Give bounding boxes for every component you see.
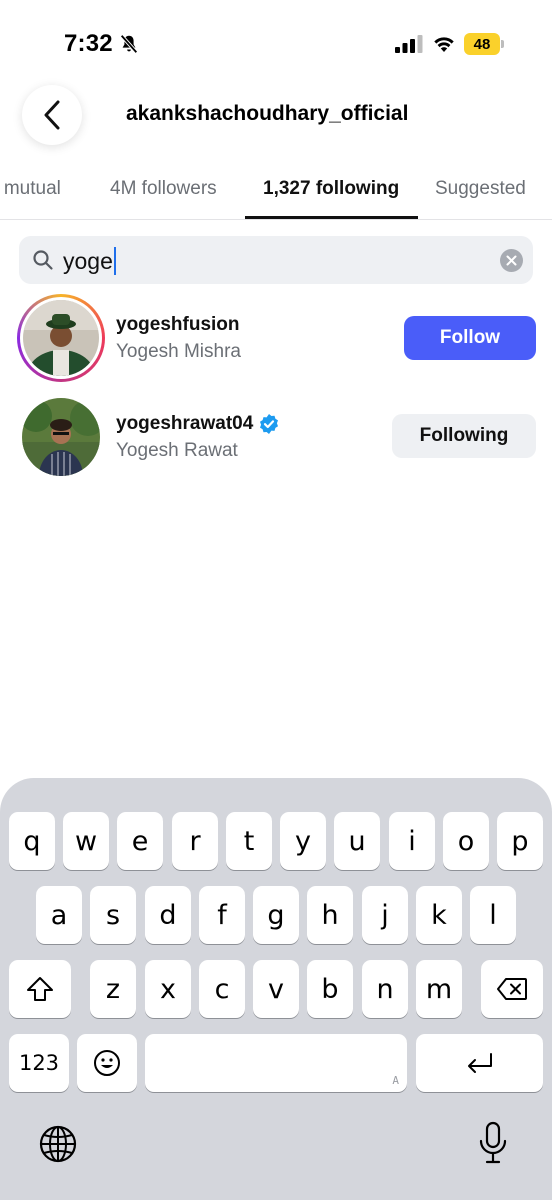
key-k[interactable]: k (416, 886, 462, 944)
verified-badge-icon (260, 414, 279, 434)
delete-key[interactable] (481, 960, 543, 1018)
result-username[interactable]: yogeshrawat04 (116, 413, 279, 435)
return-icon (467, 1053, 492, 1073)
key-o[interactable]: o (443, 812, 489, 870)
key-r[interactable]: r (172, 812, 218, 870)
list-item[interactable]: yogeshfusion Yogesh Mishra Follow (0, 294, 552, 402)
key-l[interactable]: l (470, 886, 516, 944)
key-m[interactable]: m (416, 960, 462, 1018)
key-v[interactable]: v (253, 960, 299, 1018)
key-z[interactable]: z (90, 960, 136, 1018)
result-username[interactable]: yogeshfusion (116, 314, 240, 336)
bell-muted-icon (120, 34, 138, 54)
key-f[interactable]: f (199, 886, 245, 944)
search-input[interactable]: yoge (63, 247, 116, 275)
globe-icon[interactable] (38, 1124, 78, 1164)
key-q[interactable]: q (9, 812, 55, 870)
search-icon (33, 250, 53, 270)
battery-icon: 48 (464, 33, 504, 55)
key-u[interactable]: u (334, 812, 380, 870)
shift-key[interactable] (9, 960, 71, 1018)
key-j[interactable]: j (362, 886, 408, 944)
tab-suggested[interactable]: Suggested (435, 178, 526, 200)
avatar (23, 300, 99, 402)
key-a[interactable]: a (36, 886, 82, 944)
emoji-icon (94, 1050, 120, 1076)
cellular-signal-icon (395, 35, 423, 53)
tab-followers[interactable]: 4M followers (110, 178, 217, 200)
tab-following[interactable]: 1,327 following (263, 178, 399, 200)
key-e[interactable]: e (117, 812, 163, 870)
numbers-key[interactable]: 123 (9, 1034, 69, 1092)
emoji-key[interactable] (77, 1034, 137, 1092)
key-n[interactable]: n (362, 960, 408, 1018)
key-b[interactable]: b (307, 960, 353, 1018)
key-c[interactable]: c (199, 960, 245, 1018)
key-t[interactable]: t (226, 812, 272, 870)
microphone-icon[interactable] (478, 1121, 508, 1165)
list-item[interactable]: yogeshrawat04 Yogesh Rawat Following (0, 398, 552, 488)
chevron-left-icon (44, 100, 60, 130)
key-w[interactable]: w (63, 812, 109, 870)
backspace-icon (497, 978, 527, 1000)
status-time: 7:32 (64, 30, 113, 57)
active-tab-indicator (245, 216, 418, 219)
shift-icon (27, 977, 53, 1001)
back-button[interactable] (22, 85, 82, 145)
search-bar[interactable]: yoge (19, 236, 533, 284)
result-full-name: Yogesh Mishra (116, 341, 241, 362)
following-button[interactable]: Following (392, 414, 536, 458)
space-key-hint: A (392, 1074, 399, 1087)
clear-icon (506, 255, 517, 266)
on-screen-keyboard: q w e r t y u i o p a s d f g h j k l z … (0, 778, 552, 1200)
key-d[interactable]: d (145, 886, 191, 944)
clear-search-button[interactable] (500, 249, 523, 272)
tab-mutual[interactable]: 3 mutual (0, 178, 61, 200)
avatar[interactable] (22, 398, 100, 476)
search-input-value: yoge (63, 247, 113, 274)
return-key[interactable] (416, 1034, 543, 1092)
tab-bar: 3 mutual 4M followers 1,327 following Su… (0, 164, 552, 220)
key-y[interactable]: y (280, 812, 326, 870)
avatar-story-ring[interactable] (17, 294, 105, 402)
wifi-icon (434, 37, 454, 52)
page-title: akankshachoudhary_official (126, 102, 409, 125)
avatar-photo (22, 398, 100, 476)
result-full-name: Yogesh Rawat (116, 440, 238, 461)
status-bar: 7:32 48 (0, 0, 552, 90)
battery-level: 48 (464, 33, 500, 55)
key-g[interactable]: g (253, 886, 299, 944)
key-i[interactable]: i (389, 812, 435, 870)
key-s[interactable]: s (90, 886, 136, 944)
follow-button[interactable]: Follow (404, 316, 536, 360)
text-caret (113, 247, 116, 275)
key-h[interactable]: h (307, 886, 353, 944)
key-p[interactable]: p (497, 812, 543, 870)
key-x[interactable]: x (145, 960, 191, 1018)
space-key[interactable]: A (145, 1034, 407, 1092)
